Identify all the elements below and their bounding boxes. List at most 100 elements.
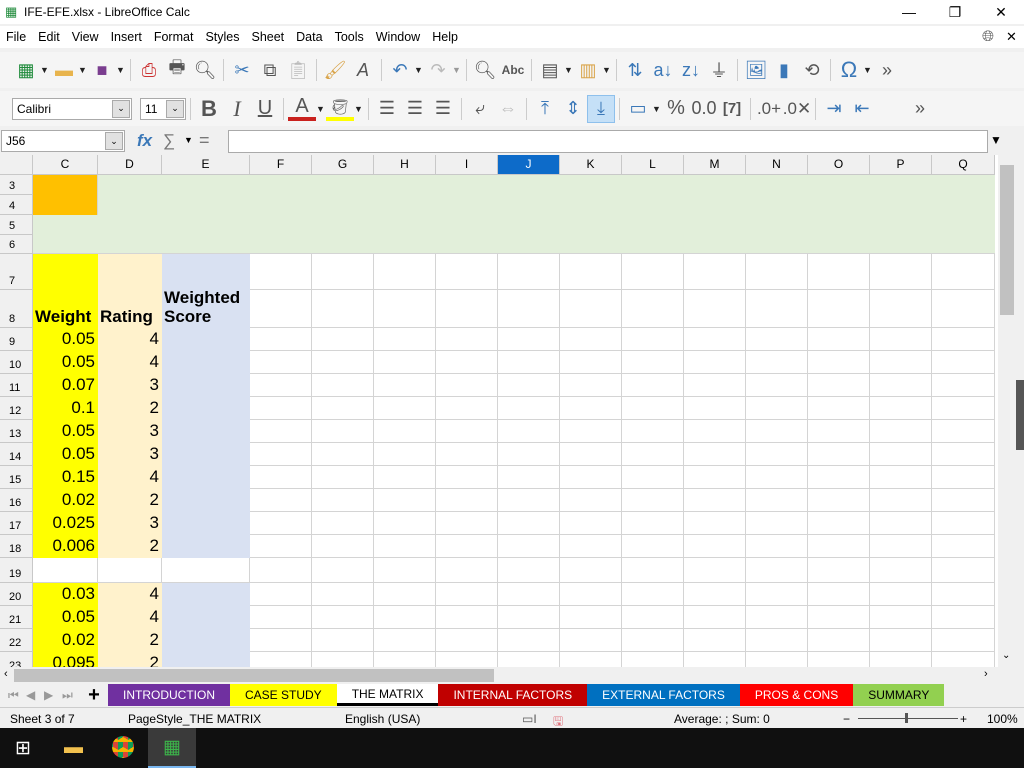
cell-P14[interactable] (870, 443, 932, 466)
language[interactable]: English (USA) (345, 712, 420, 726)
menu-help[interactable]: Help (426, 30, 464, 44)
cell-M10[interactable] (684, 351, 746, 374)
cell-D3[interactable] (98, 175, 162, 195)
cell-Q16[interactable] (932, 489, 995, 512)
cell-I3[interactable] (436, 175, 498, 195)
cell-C17[interactable]: 0.025 (33, 512, 98, 535)
cell-P5[interactable] (870, 215, 932, 235)
sidebar-toggle[interactable] (1016, 380, 1024, 450)
cell-I17[interactable] (436, 512, 498, 535)
cell-N20[interactable] (746, 583, 808, 606)
align-center-icon[interactable]: ☰ (401, 95, 429, 123)
menu-format[interactable]: Format (148, 30, 200, 44)
cell-N9[interactable] (746, 328, 808, 351)
dropdown-arrow-icon[interactable]: ▼ (452, 65, 462, 75)
cell-K22[interactable] (560, 629, 622, 652)
cell-H22[interactable] (374, 629, 436, 652)
cell-P8[interactable] (870, 290, 932, 328)
prev-sheet-icon[interactable]: ◀ (26, 688, 44, 702)
cell-O18[interactable] (808, 535, 870, 558)
cell-O22[interactable] (808, 629, 870, 652)
cell-L19[interactable] (622, 558, 684, 583)
cell-K10[interactable] (560, 351, 622, 374)
sheet-tab-pros-cons[interactable]: PROS & CONS (739, 684, 854, 706)
cell-O11[interactable] (808, 374, 870, 397)
sheet-tab-case-study[interactable]: CASE STUDY (230, 684, 337, 706)
cell-M15[interactable] (684, 466, 746, 489)
cell-O7[interactable] (808, 254, 870, 290)
cell-J11[interactable] (498, 374, 560, 397)
cell-C18[interactable]: 0.006 (33, 535, 98, 558)
dropdown-arrow-icon[interactable]: ▼ (652, 104, 662, 114)
cell-J8[interactable] (498, 290, 560, 328)
align-bottom-icon[interactable]: ⤓ (587, 94, 615, 123)
cell-H17[interactable] (374, 512, 436, 535)
cell-L12[interactable] (622, 397, 684, 420)
calc-taskbar-button[interactable]: ▦ (148, 728, 196, 768)
scrollbar-thumb[interactable] (1000, 165, 1014, 315)
cell-N22[interactable] (746, 629, 808, 652)
row-header-20[interactable]: 20 (0, 583, 33, 606)
cell-P21[interactable] (870, 606, 932, 629)
cell-Q9[interactable] (932, 328, 995, 351)
cell-L20[interactable] (622, 583, 684, 606)
cell-P13[interactable] (870, 420, 932, 443)
expand-formula-bar-icon[interactable]: ▼ (990, 133, 1002, 147)
zoom-slider-handle[interactable] (905, 713, 908, 723)
cell-H9[interactable] (374, 328, 436, 351)
cell-F22[interactable] (250, 629, 312, 652)
cell-C3[interactable] (33, 175, 98, 195)
maximize-button[interactable]: ❐ (932, 0, 978, 24)
cell-I10[interactable] (436, 351, 498, 374)
cell-L23[interactable] (622, 652, 684, 667)
cell-P15[interactable] (870, 466, 932, 489)
cell-I21[interactable] (436, 606, 498, 629)
cell-I4[interactable] (436, 195, 498, 215)
row-header-12[interactable]: 12 (0, 397, 33, 420)
cell-C22[interactable]: 0.02 (33, 629, 98, 652)
dropdown-arrow-icon[interactable]: ▼ (316, 104, 326, 114)
cell-O19[interactable] (808, 558, 870, 583)
cell-O3[interactable] (808, 175, 870, 195)
cell-H21[interactable] (374, 606, 436, 629)
sheet-tab-external-factors[interactable]: EXTERNAL FACTORS (587, 684, 740, 706)
cell-K19[interactable] (560, 558, 622, 583)
cell-K12[interactable] (560, 397, 622, 420)
cell-O16[interactable] (808, 489, 870, 512)
row-header-11[interactable]: 11 (0, 374, 33, 397)
cell-M20[interactable] (684, 583, 746, 606)
last-sheet-icon[interactable]: ⏭ (62, 688, 80, 703)
cell-N12[interactable] (746, 397, 808, 420)
sheet-tab-the-matrix[interactable]: THE MATRIX (336, 684, 439, 706)
cell-H7[interactable] (374, 254, 436, 290)
cell-D5[interactable] (98, 215, 162, 235)
cell-H19[interactable] (374, 558, 436, 583)
cell-N18[interactable] (746, 535, 808, 558)
cell-M13[interactable] (684, 420, 746, 443)
cell-K5[interactable] (560, 215, 622, 235)
menu-data[interactable]: Data (290, 30, 328, 44)
row-header-6[interactable]: 6 (0, 235, 33, 254)
percent-format-icon[interactable]: % (662, 95, 690, 123)
dropdown-arrow-icon[interactable]: ▼ (354, 104, 364, 114)
file-explorer-icon[interactable]: ▬ (64, 737, 83, 759)
cell-G15[interactable] (312, 466, 374, 489)
cell-F12[interactable] (250, 397, 312, 420)
cell-F17[interactable] (250, 512, 312, 535)
cell-E6[interactable] (162, 235, 250, 254)
cell-M19[interactable] (684, 558, 746, 583)
cell-O9[interactable] (808, 328, 870, 351)
merge-cells-icon[interactable]: ⇔ (494, 95, 522, 123)
cell-M7[interactable] (684, 254, 746, 290)
column-header-M[interactable]: M (684, 155, 746, 175)
cell-J14[interactable] (498, 443, 560, 466)
menu-file[interactable]: File (0, 30, 32, 44)
cell-D9[interactable]: 4 (98, 328, 162, 351)
cell-M11[interactable] (684, 374, 746, 397)
cell-L21[interactable] (622, 606, 684, 629)
column-header-P[interactable]: P (870, 155, 932, 175)
cell-C6[interactable] (33, 235, 98, 254)
cell-M5[interactable] (684, 215, 746, 235)
cell-Q15[interactable] (932, 466, 995, 489)
cell-Q8[interactable] (932, 290, 995, 328)
